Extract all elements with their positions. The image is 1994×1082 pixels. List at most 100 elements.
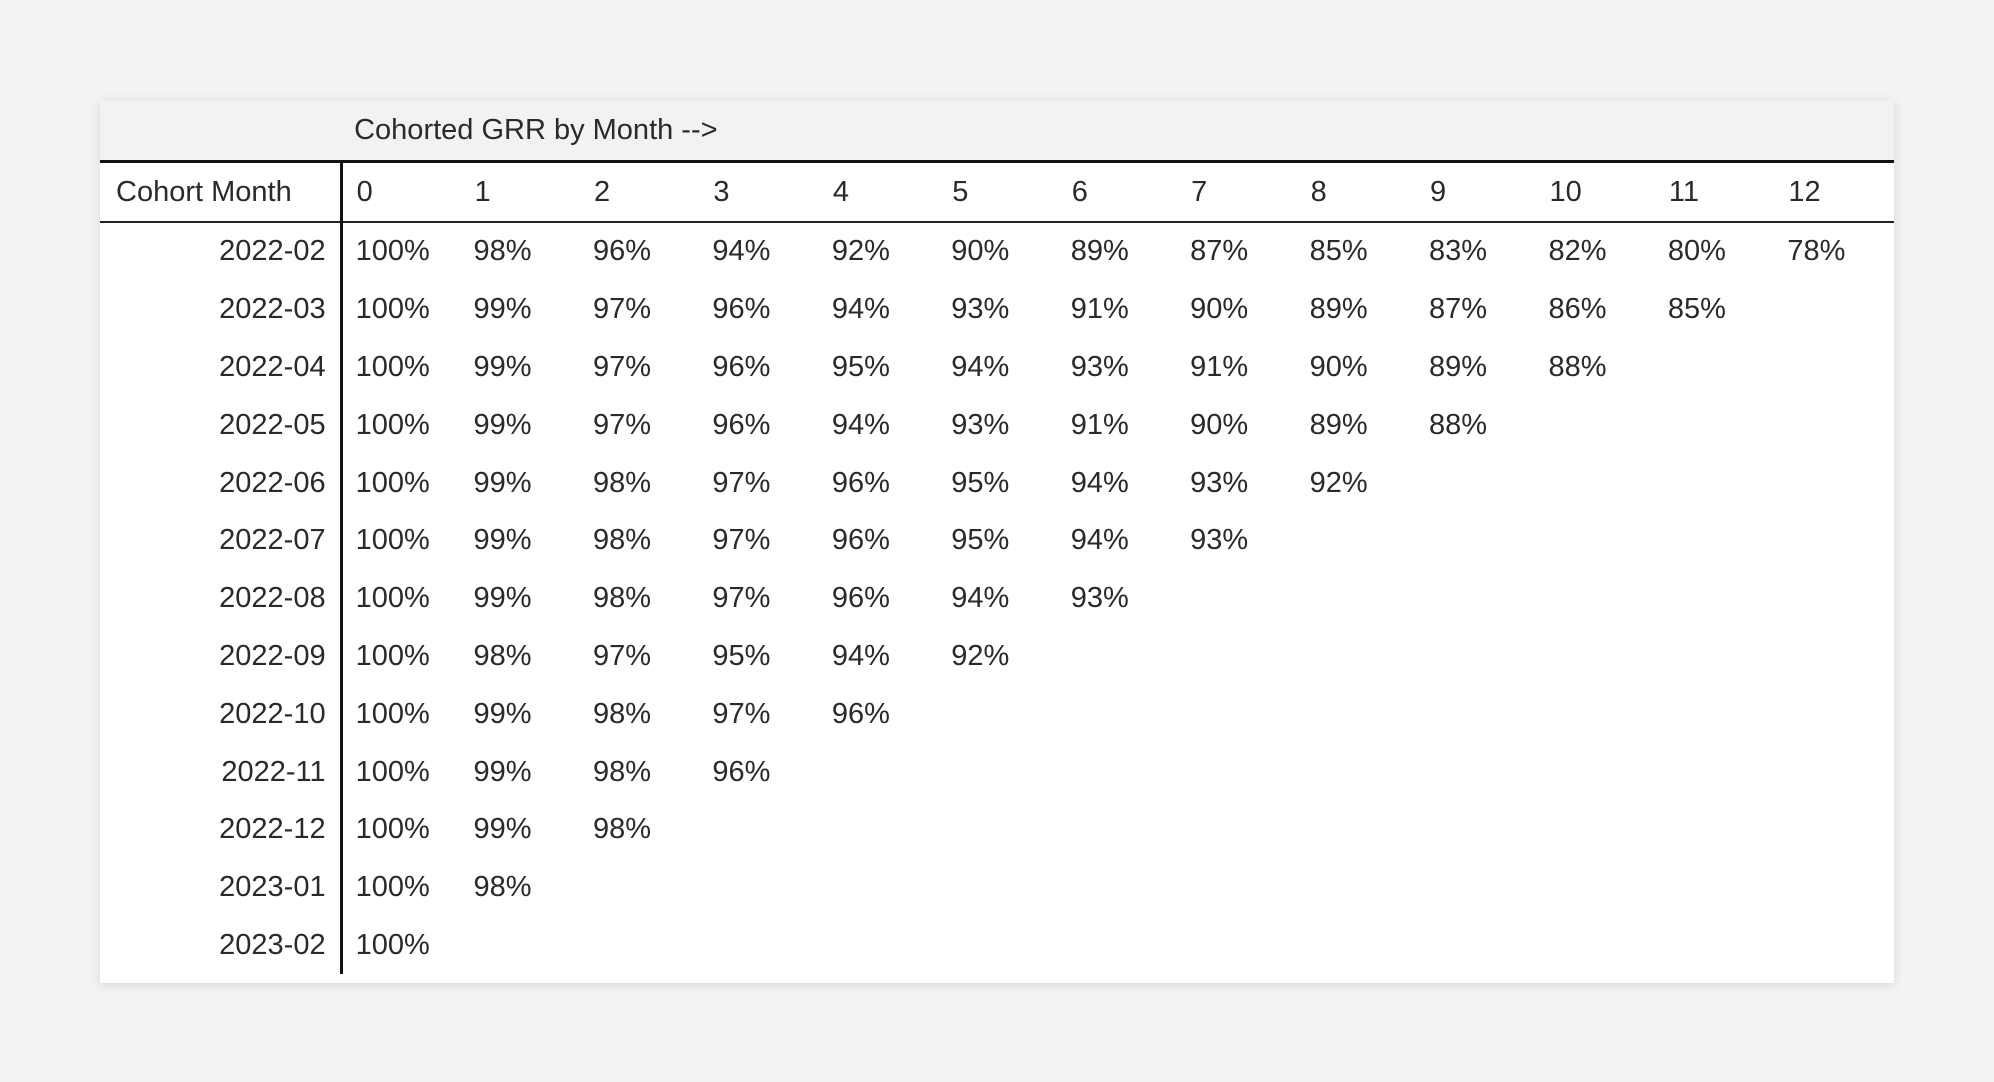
grr-value-cell: 90% — [1190, 408, 1249, 441]
empty-cell — [1535, 396, 1654, 454]
empty-cell — [1535, 743, 1654, 801]
grr-value-cell: 96% — [831, 697, 890, 730]
grr-value-cell: 100% — [355, 293, 430, 326]
empty-cell — [1416, 743, 1535, 801]
empty-cell — [1416, 570, 1535, 628]
empty-cell — [1535, 628, 1654, 686]
empty-cell — [1655, 685, 1774, 743]
empty-cell — [1535, 801, 1654, 859]
empty-cell — [1297, 512, 1416, 570]
grr-value-cell: 96% — [592, 235, 652, 268]
grr-value-cell: 91% — [1190, 350, 1249, 383]
grr-value-cell: 97% — [712, 466, 771, 499]
table-row: 2022-11 100% 99% 98% 96% — [100, 743, 1894, 801]
grr-value-cell: 93% — [951, 408, 1010, 441]
month-header-0: 0 — [341, 160, 461, 223]
empty-cell — [1177, 917, 1296, 975]
month-header-6: 6 — [1057, 160, 1178, 223]
empty-cell — [1177, 570, 1296, 628]
empty-cell — [1655, 570, 1774, 628]
empty-cell — [1535, 859, 1654, 917]
grr-value-cell: 100% — [355, 408, 430, 441]
grr-value-cell: 82% — [1548, 235, 1607, 268]
grr-value-cell: 92% — [831, 235, 890, 268]
grr-value-cell: 100% — [355, 466, 430, 499]
cohort-month-cell: 2022-08 — [100, 569, 343, 628]
cohort-month-cell: 2023-02 — [100, 916, 343, 975]
empty-cell — [1416, 512, 1535, 570]
empty-cell — [1177, 859, 1296, 917]
grr-value-cell: 98% — [592, 697, 652, 730]
grr-value-cell: 94% — [712, 235, 771, 268]
empty-cell — [819, 743, 938, 801]
grr-value-cell: 92% — [1309, 466, 1368, 499]
table-row: 2022-12 100% 99% 98% — [100, 800, 1894, 859]
month-header-3: 3 — [699, 160, 819, 223]
empty-cell — [1655, 859, 1774, 917]
grr-value-cell: 98% — [592, 813, 652, 846]
empty-cell — [819, 801, 938, 859]
empty-cell — [1416, 917, 1535, 975]
grr-value-cell: 93% — [1070, 350, 1129, 383]
table-row: 2022-06 100% 99% 98% 97% 96% 95% 94% 93% 92% — [100, 454, 1894, 512]
grr-value-cell: 94% — [1070, 524, 1129, 557]
grr-value-cell: 91% — [1070, 293, 1129, 326]
month-header-9: 9 — [1416, 160, 1536, 223]
grr-value-cell: 100% — [355, 235, 430, 268]
grr-value-cell: 99% — [473, 466, 532, 499]
grr-value-cell: 95% — [712, 639, 771, 672]
empty-cell — [1297, 570, 1416, 628]
grr-value-cell: 85% — [1309, 235, 1368, 268]
month-header-10: 10 — [1535, 160, 1655, 223]
empty-cell — [1655, 396, 1774, 454]
grr-value-cell: 99% — [473, 755, 532, 788]
grr-value-cell: 99% — [473, 524, 532, 557]
grr-value-cell: 91% — [1070, 408, 1129, 441]
empty-cell — [1297, 743, 1416, 801]
grr-value-cell: 78% — [1787, 235, 1846, 268]
empty-cell — [1177, 628, 1296, 686]
grr-value-cell: 98% — [473, 871, 532, 904]
grr-value-cell: 99% — [473, 293, 532, 326]
empty-cell — [1655, 917, 1774, 975]
cohort-month-cell: 2023-01 — [100, 858, 343, 917]
grr-value-cell: 99% — [473, 697, 532, 730]
month-header-11: 11 — [1654, 160, 1775, 223]
grr-value-cell: 100% — [355, 524, 430, 557]
table-row: 2023-02 100% — [100, 916, 1894, 975]
empty-cell — [1058, 917, 1177, 975]
empty-cell — [1416, 859, 1535, 917]
empty-cell — [699, 859, 818, 917]
month-header-7: 7 — [1177, 160, 1297, 223]
grr-value-cell: 89% — [1070, 235, 1129, 268]
grr-value-cell: 88% — [1429, 408, 1488, 441]
grr-value-cell: 99% — [473, 582, 532, 615]
grr-value-cell: 90% — [1190, 293, 1249, 326]
month-header-1: 1 — [460, 160, 580, 223]
cohort-table-card: Cohorted GRR by Month --> Cohort Month 0… — [100, 100, 1894, 983]
empty-cell — [1655, 628, 1774, 686]
grr-value-cell: 87% — [1429, 293, 1488, 326]
grr-value-cell: 98% — [592, 582, 652, 615]
empty-cell — [1774, 396, 1894, 454]
grr-value-cell: 99% — [473, 813, 532, 846]
grr-value-cell: 93% — [1190, 466, 1249, 499]
grr-value-cell: 100% — [355, 928, 430, 961]
empty-cell — [580, 859, 699, 917]
grr-value-cell: 97% — [592, 350, 652, 383]
empty-cell — [938, 917, 1057, 975]
empty-cell — [1535, 917, 1654, 975]
table-row: 2022-02 100% 98% 96% 94% 92% 90% 89% 87% 85% 83% 82… — [100, 222, 1894, 281]
table-banner-row: Cohorted GRR by Month --> — [100, 100, 1894, 162]
empty-cell — [1297, 628, 1416, 686]
grr-value-cell: 96% — [712, 350, 771, 383]
grr-value-cell: 93% — [1070, 582, 1129, 615]
empty-cell — [1177, 685, 1296, 743]
grr-value-cell: 99% — [473, 350, 532, 383]
grr-value-cell: 94% — [1070, 466, 1129, 499]
empty-cell — [1774, 801, 1894, 859]
grr-value-cell: 80% — [1667, 235, 1726, 268]
grr-value-cell: 92% — [951, 639, 1010, 672]
grr-value-cell: 95% — [951, 466, 1010, 499]
grr-value-cell: 94% — [831, 639, 890, 672]
